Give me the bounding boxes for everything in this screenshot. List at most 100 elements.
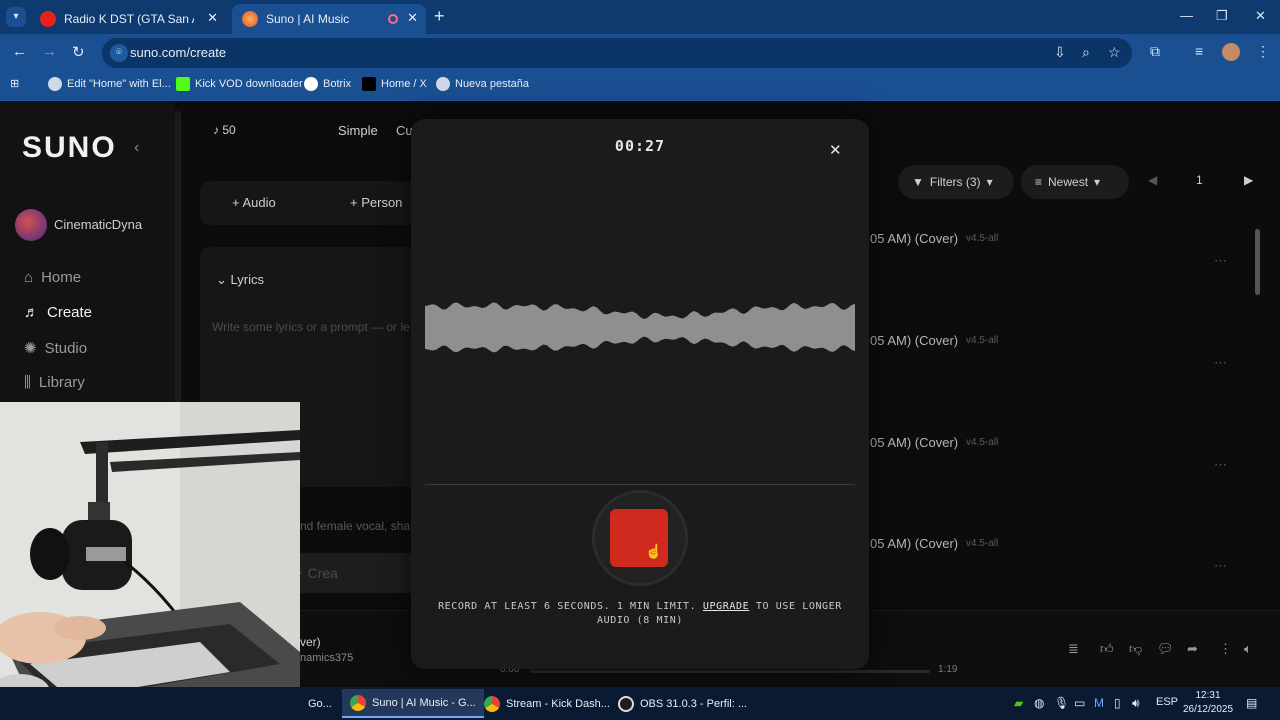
tab-radio-k[interactable]: Radio K DST (GTA San Andreas) ✕ xyxy=(30,4,226,34)
tray-globe-icon[interactable]: ◍ xyxy=(1034,696,1044,710)
taskbar-item-obs[interactable]: OBS 31.0.3 - Perfil: ... xyxy=(610,689,755,718)
battery-icon[interactable]: ▯ xyxy=(1114,696,1121,710)
tab-search-button[interactable]: ▾ xyxy=(6,7,26,27)
close-icon[interactable]: ✕ xyxy=(207,10,218,26)
apps-grid-icon[interactable]: ⊞ xyxy=(10,77,19,90)
add-audio-button[interactable]: + Audio xyxy=(232,195,276,210)
bookmark-new-tab[interactable]: Nueva pestaña xyxy=(436,77,529,91)
song-title[interactable]: 05 AM) (Cover) xyxy=(870,435,958,450)
more-options-icon[interactable]: ⋯ xyxy=(1214,457,1227,473)
song-title[interactable]: 05 AM) (Cover) xyxy=(870,333,958,348)
song-title[interactable]: 05 AM) (Cover) xyxy=(870,536,958,551)
youtube-icon xyxy=(40,11,56,27)
clock-date: 26/12/2025 xyxy=(1182,704,1234,715)
recording-notice: RECORD AT LEAST 6 SECONDS. 1 MIN LIMIT. … xyxy=(431,600,849,628)
webcam-overlay xyxy=(0,402,300,720)
lyrics-toggle[interactable]: ⌄ Lyrics xyxy=(216,272,264,288)
extensions-icon[interactable]: ⧉ xyxy=(1150,43,1160,60)
meet-icon[interactable]: M xyxy=(1094,696,1104,710)
queue-icon[interactable]: ≣ xyxy=(1068,641,1079,657)
version-badge: v4.5-all xyxy=(966,233,999,244)
reload-icon[interactable]: ↻ xyxy=(72,43,85,61)
version-badge: v4.5-all xyxy=(966,437,999,448)
system-clock[interactable]: 12:31 26/12/2025 xyxy=(1178,689,1238,717)
upgrade-link[interactable]: UPGRADE xyxy=(703,601,749,612)
comment-icon[interactable]: 💬︎ xyxy=(1157,641,1174,657)
share-icon[interactable]: ➦ xyxy=(1187,641,1198,657)
minimize-icon[interactable]: — xyxy=(1180,8,1193,23)
user-name[interactable]: CinematicDyna xyxy=(54,217,142,232)
song-title[interactable]: 05 AM) (Cover) xyxy=(870,231,958,246)
sidebar-item-create[interactable]: ♬ Create xyxy=(24,304,92,321)
profile-avatar[interactable] xyxy=(1222,43,1240,61)
botrix-icon xyxy=(304,77,318,91)
list-item[interactable]: 05 AM) (Cover) v4.5-all ⋯ xyxy=(870,231,1250,268)
next-page-icon[interactable]: ▶ xyxy=(1244,173,1253,187)
new-tab-button[interactable]: + xyxy=(434,6,445,27)
speaker-icon[interactable]: 🔊︎ xyxy=(1132,696,1140,711)
bookmark-label: Nueva pestaña xyxy=(455,78,529,90)
bookmarks-bar: ⊞ Edit "Home" with El... Kick VOD downlo… xyxy=(0,71,1280,101)
window-close-icon[interactable]: ✕ xyxy=(1255,8,1266,24)
chrome-icon xyxy=(484,695,500,712)
bookmark-kick-vod[interactable]: Kick VOD downloader xyxy=(176,77,303,91)
bookmark-x[interactable]: Home / X xyxy=(362,77,427,91)
bookmark-star-icon[interactable]: ☆ xyxy=(1108,44,1121,61)
page-number[interactable]: 1 xyxy=(1196,173,1203,187)
list-item[interactable]: 05 AM) (Cover) v4.5-all ⋯ xyxy=(870,435,1250,472)
list-item[interactable]: 05 AM) (Cover) v4.5-all ⋯ xyxy=(870,536,1250,573)
sort-button[interactable]: ≡ Newest ▾ xyxy=(1021,165,1129,199)
bookmark-edit-home[interactable]: Edit "Home" with El... xyxy=(48,77,171,91)
taskbar-item-kick[interactable]: Stream - Kick Dash... xyxy=(476,689,618,718)
progress-bar[interactable] xyxy=(530,670,930,673)
song-list-scrollbar[interactable] xyxy=(1255,229,1260,295)
back-arrow-icon[interactable]: ← xyxy=(12,43,27,60)
player-song-title[interactable]: ver) xyxy=(300,635,321,649)
language-indicator[interactable]: ESP xyxy=(1156,696,1178,708)
microphone-icon[interactable]: 🎙︎ xyxy=(1054,696,1069,710)
credits-counter[interactable]: ♪ 50 xyxy=(213,123,236,137)
mode-simple-tab[interactable]: Simple xyxy=(338,123,378,138)
thumbs-down-icon[interactable]: 👎︎ xyxy=(1129,641,1142,657)
styles-input[interactable]: nd female vocal, sha xyxy=(300,519,410,533)
media-controls-icon[interactable]: ≡ xyxy=(1195,43,1203,59)
filters-button[interactable]: ▼ Filters (3) ▾ xyxy=(898,165,1014,199)
more-options-icon[interactable]: ⋯ xyxy=(1214,558,1227,574)
list-item[interactable]: 05 AM) (Cover) v4.5-all ⋯ xyxy=(870,333,1250,370)
tray-app-icon[interactable]: ▰ xyxy=(1014,696,1023,710)
display-icon[interactable]: ▭ xyxy=(1074,696,1085,710)
lyrics-label: Lyrics xyxy=(230,272,264,287)
thumbs-up-icon[interactable]: 👍︎ xyxy=(1100,641,1114,657)
avatar[interactable] xyxy=(15,209,47,241)
close-icon[interactable]: ✕ xyxy=(829,141,842,159)
player-artist[interactable]: namics375 xyxy=(300,652,353,664)
browser-tab-bar: ▾ Radio K DST (GTA San Andreas) ✕ Suno |… xyxy=(0,0,1280,34)
site-info-icon[interactable]: ⌾ xyxy=(110,44,128,62)
add-persona-button[interactable]: + Person xyxy=(350,195,402,210)
install-app-icon[interactable]: ⇩ xyxy=(1054,44,1066,61)
maximize-icon[interactable]: ❐ xyxy=(1216,8,1228,24)
prev-page-icon[interactable]: ◀ xyxy=(1148,173,1157,187)
taskbar-item-suno[interactable]: Suno | AI Music - G... xyxy=(342,689,484,718)
tab-suno[interactable]: Suno | AI Music ✕ xyxy=(232,4,426,34)
zoom-icon[interactable]: ⌕ xyxy=(1082,44,1090,61)
volume-icon[interactable]: 🔈︎ xyxy=(1244,641,1252,657)
collapse-sidebar-icon[interactable]: ‹ xyxy=(134,139,139,157)
address-bar[interactable]: ⌾ suno.com/create ⇩ ⌕ ☆ xyxy=(102,38,1132,68)
lyrics-input[interactable]: Write some lyrics or a prompt — or le xyxy=(212,320,410,334)
sidebar-item-studio[interactable]: ✺ Studio xyxy=(24,339,87,358)
more-options-icon[interactable]: ⋯ xyxy=(1214,253,1227,269)
close-icon[interactable]: ✕ xyxy=(407,10,418,26)
browser-toolbar: ← → ↻ ⌾ suno.com/create ⇩ ⌕ ☆ ⧉ ≡ ⋮ xyxy=(0,34,1280,71)
bookmark-botrix[interactable]: Botrix xyxy=(304,77,351,91)
menu-icon[interactable]: ⋮ xyxy=(1256,43,1270,60)
suno-logo[interactable]: SUNO xyxy=(22,131,117,165)
sidebar-item-library[interactable]: ⫼ Library xyxy=(24,374,85,391)
more-options-icon[interactable]: ⋯ xyxy=(1214,355,1227,371)
taskbar-item-go[interactable]: Go... xyxy=(300,689,340,718)
notifications-icon[interactable]: ▤ xyxy=(1246,696,1257,710)
waveform xyxy=(425,302,855,353)
sidebar-item-home[interactable]: ⌂ Home xyxy=(24,269,81,286)
forward-arrow-icon[interactable]: → xyxy=(42,43,57,60)
more-options-icon[interactable]: ⋮ xyxy=(1219,641,1232,657)
